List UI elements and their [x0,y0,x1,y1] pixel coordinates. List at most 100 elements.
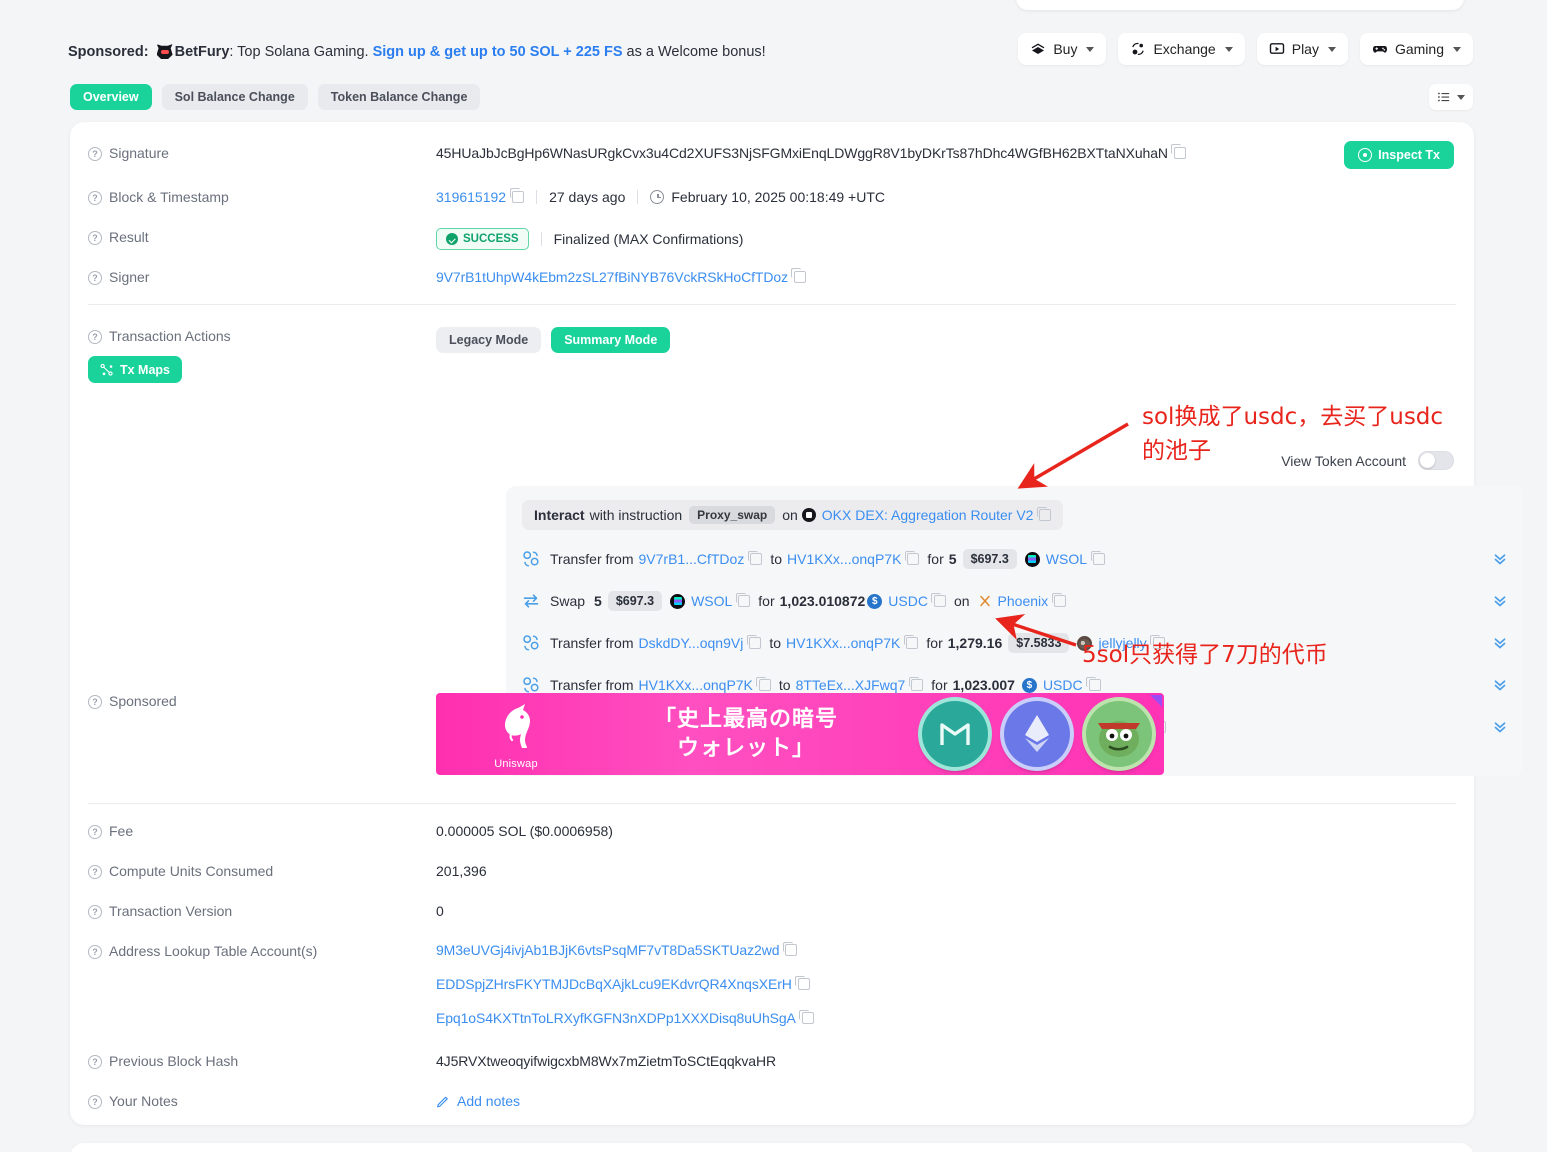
copy-icon[interactable] [931,592,946,607]
nav-pill-play[interactable]: Play [1256,33,1348,65]
nav-pill-buy-label: Buy [1053,41,1078,57]
transfer-to-address[interactable]: HV1KXx...onqP7K [787,551,901,567]
tab-token-balance-change[interactable]: Token Balance Change [317,84,481,110]
copy-icon[interactable] [782,941,798,956]
sponsored-banner-ad[interactable]: Uniswap 「史上最高の暗号 ウォレット」 [436,693,1164,775]
clock-icon [650,189,665,204]
label-sponsored-text: Sponsored [109,693,177,709]
transfer-from-address[interactable]: 9V7rB1...CfTDoz [639,551,745,567]
help-icon[interactable]: ? [88,865,102,879]
help-icon[interactable]: ? [88,271,102,285]
transfer-token-link[interactable]: WSOL [1046,551,1087,567]
interact-instruction-row: Interact with instruction Proxy_swap on … [522,500,1064,530]
copy-icon[interactable] [756,676,771,691]
tab-sol-balance-change[interactable]: Sol Balance Change [161,84,308,110]
lookup-address-link[interactable]: Epq1oS4KXTtnToLRXyfKGFN3nXDPp1XXXDisq8uU… [436,1010,796,1026]
copy-icon[interactable] [908,676,924,691]
legacy-mode-button[interactable]: Legacy Mode [436,327,542,353]
transfer-prefix: Transfer from [550,677,634,693]
banner-headline-line1: 「史上最高の暗号 [653,706,838,731]
tx-maps-button[interactable]: Tx Maps [88,356,183,383]
sponsored-prefix: Sponsored: [68,44,149,60]
transfer-from-address[interactable]: DskdDY...oqn9Vj [639,635,744,651]
section-divider [88,304,1456,305]
copy-icon[interactable] [509,188,525,203]
copy-icon[interactable] [791,268,806,283]
copy-icon[interactable] [1171,144,1186,159]
copy-icon[interactable] [1150,634,1165,649]
inspect-tx-button[interactable]: Inspect Tx [1344,141,1454,169]
global-search-bar[interactable] [1016,0,1464,10]
transfer-from-address[interactable]: HV1KXx...onqP7K [639,677,753,693]
transfer-token-link[interactable]: USDC [1043,677,1083,693]
copy-icon[interactable] [799,1009,814,1024]
expand-chevrons-icon[interactable] [1491,550,1509,568]
block-number-link[interactable]: 319615192 [436,189,506,205]
copy-icon[interactable] [904,550,920,565]
swap-venue-link[interactable]: Phoenix [998,593,1049,609]
help-icon[interactable]: ? [88,905,102,919]
transfer-to-address[interactable]: HV1KXx...onqP7K [786,635,900,651]
list-view-selector[interactable] [1429,84,1473,110]
sponsored-tagline: : Top Solana Gaming. [229,44,369,60]
interact-with-text: with instruction [589,507,683,523]
lookup-address-link[interactable]: 9M3eUVGj4ivjAb1BJjK6vtsPsqMF7vT8Da5SKTUa… [436,942,780,958]
copy-icon[interactable] [1036,506,1052,521]
tx-map-icon [100,363,113,376]
uniswap-label: Uniswap [494,758,538,770]
monitor-play-icon [1269,43,1284,54]
program-link[interactable]: OKX DEX: Aggregation Router V2 [822,507,1034,523]
expand-chevrons-icon[interactable] [1491,592,1509,610]
view-token-account-toggle[interactable] [1418,451,1454,470]
expand-chevrons-icon[interactable] [1491,676,1509,694]
help-icon[interactable]: ? [88,1095,102,1109]
copy-icon[interactable] [1086,676,1101,691]
transfer-token-link[interactable]: jellyjelly [1098,635,1146,651]
ethereum-coin-icon [1004,701,1070,767]
copy-icon[interactable] [735,592,751,607]
help-icon[interactable]: ? [88,1055,102,1069]
copy-icon[interactable] [1090,550,1106,565]
signer-address-link[interactable]: 9V7rB1tUhpW4kEbm2zSL27fBiNYB76VckRSkHoCf… [436,269,788,285]
copy-icon[interactable] [795,975,810,990]
help-icon[interactable]: ? [88,695,102,709]
tab-overview[interactable]: Overview [70,84,152,110]
copy-icon[interactable] [747,550,763,565]
lookup-address-link[interactable]: EDDSpjZHrsFKYTMJDcBqXAjkLcu9EKdvrQR4Xnqs… [436,976,792,992]
address-lookup-list: 9M3eUVGj4ivjAb1BJjK6vtsPsqMF7vT8Da5SKTUa… [436,941,814,1026]
value-compute-units: 201,396 [436,862,487,879]
nav-pill-buy[interactable]: Buy [1018,33,1107,65]
help-icon[interactable]: ? [88,231,102,245]
sponsored-cta-link[interactable]: Sign up & get up to 50 SOL + 225 FS [373,44,623,60]
transfer-for-text: for [931,677,948,693]
help-icon[interactable]: ? [88,191,102,205]
action-row-swap: Swap 5 $697.3 WSOL for 1,023.010872 USDC… [522,580,1507,622]
swap-token-in-link[interactable]: WSOL [691,593,732,609]
value-previous-block-hash: 4J5RVXtweoqyifwigcxbM8Wx7mZietmToSCtEqqk… [436,1052,777,1069]
nav-pill-gaming[interactable]: Gaming [1359,33,1473,65]
help-icon[interactable]: ? [88,330,102,344]
copy-icon[interactable] [1051,592,1067,607]
help-icon[interactable]: ? [88,945,102,959]
add-notes-button[interactable]: Add notes [436,1093,520,1109]
row-block-timestamp: ? Block & Timestamp 319615192 27 days ag… [88,188,1456,205]
nav-pill-exchange[interactable]: Exchange [1118,33,1245,65]
help-icon[interactable]: ? [88,825,102,839]
copy-icon[interactable] [746,634,762,649]
expand-chevrons-icon[interactable] [1491,718,1509,736]
row-signature: ? Signature 45HUaJbJcBgHp6WNasURgkCvx3u4… [88,144,1456,161]
label-block-timestamp: ? Block & Timestamp [88,188,436,205]
help-icon[interactable]: ? [88,147,102,161]
swap-token-out-link[interactable]: USDC [888,593,928,609]
list-item: EDDSpjZHrsFKYTMJDcBqXAjkLcu9EKdvrQR4Xnqs… [436,975,814,992]
row-transaction-actions: ? Transaction Actions Legacy Mode Summar… [88,327,1456,353]
maker-coin-icon [922,701,988,767]
label-previous-block-hash: ? Previous Block Hash [88,1052,436,1069]
summary-mode-button[interactable]: Summary Mode [551,327,671,353]
exchange-icon [1132,42,1145,56]
copy-icon[interactable] [903,634,919,649]
expand-chevrons-icon[interactable] [1491,634,1509,652]
label-signer: ? Signer [88,268,436,285]
label-address-lookup: ? Address Lookup Table Account(s) [88,942,436,1026]
transfer-to-address[interactable]: 8TTeEx...XJFwq7 [796,677,906,693]
